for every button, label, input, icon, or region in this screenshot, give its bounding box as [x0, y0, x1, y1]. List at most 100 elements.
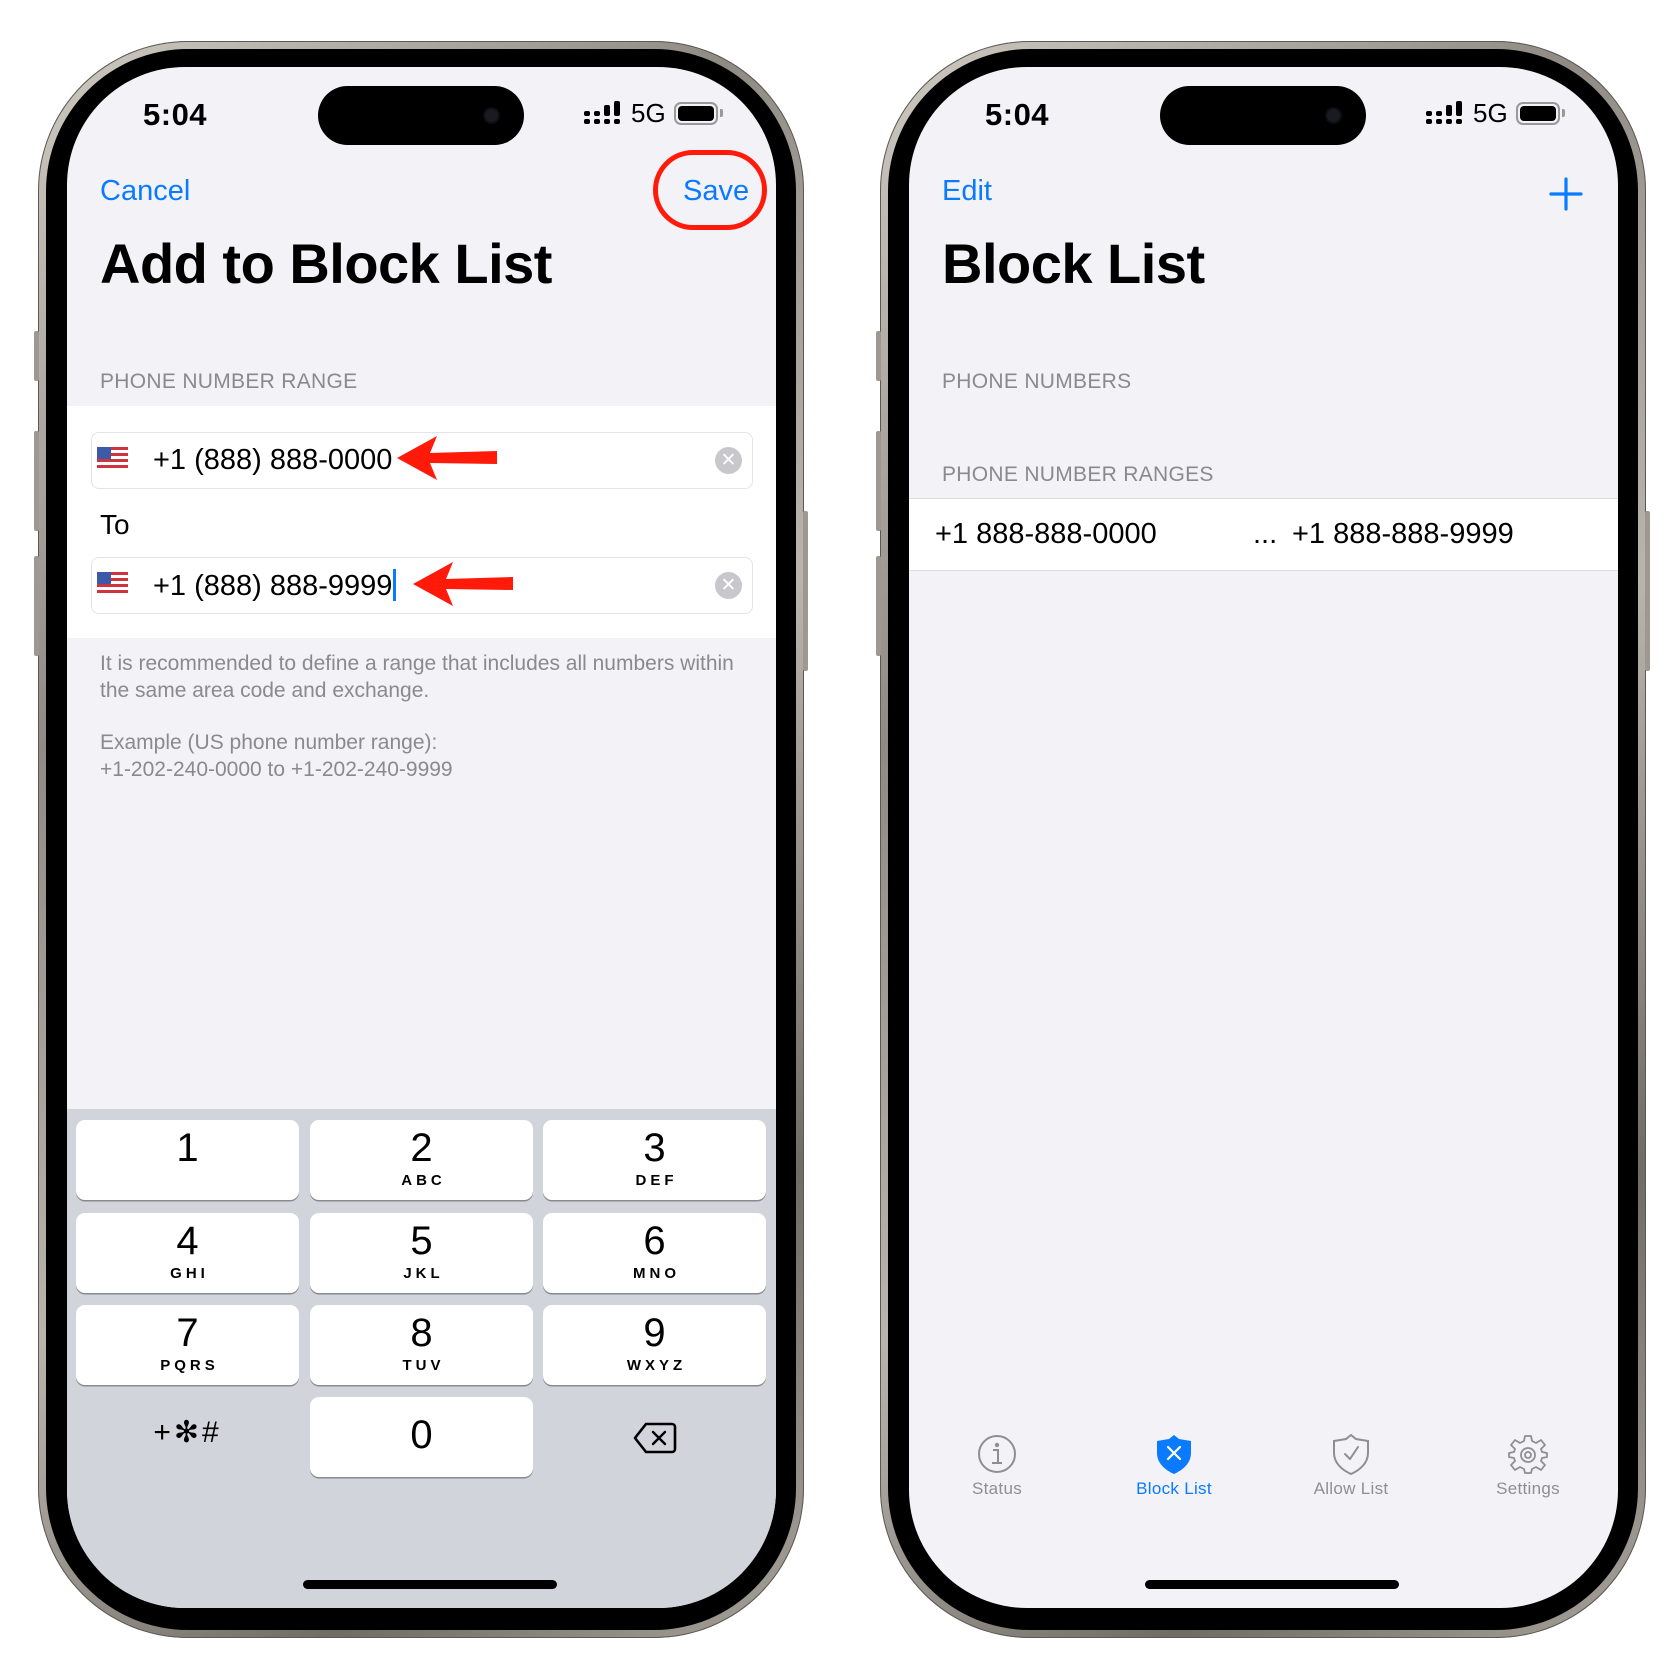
key-letters: GHI	[170, 1265, 209, 1282]
phone-number-ranges-header: PHONE NUMBER RANGES	[942, 463, 1214, 486]
status-bar: 5:04 5G	[909, 67, 1618, 177]
cellular-signal-icon	[1426, 101, 1462, 124]
side-button	[1645, 511, 1650, 671]
key-5[interactable]: 5 JKL	[310, 1213, 533, 1293]
symbols-label: +✻#	[153, 1416, 222, 1449]
key-8[interactable]: 8 TUV	[310, 1305, 533, 1385]
page-title: Add to Block List	[100, 232, 552, 295]
tab-bar: Status Block List Allow List Settings	[909, 1408, 1618, 1608]
range-recommendation-text: It is recommended to define a range that…	[100, 652, 734, 702]
phone-frame-left: 5:04 5G Cancel Save Add to Block List PH…	[34, 41, 808, 1638]
key-4[interactable]: 4 GHI	[76, 1213, 299, 1293]
key-6[interactable]: 6 MNO	[543, 1213, 766, 1293]
section-header: PHONE NUMBER RANGE	[100, 370, 358, 393]
home-indicator	[1145, 1580, 1399, 1589]
from-number-value: +1 (888) 888-0000	[153, 444, 393, 476]
arrow-annotation-to	[413, 562, 513, 606]
dynamic-island	[1160, 86, 1366, 145]
key-digit: 3	[643, 1126, 666, 1170]
key-letters: JKL	[403, 1265, 444, 1282]
to-number-text: +1 (888) 888-9999	[153, 570, 393, 602]
key-digit: 6	[643, 1219, 666, 1263]
key-digit: 9	[643, 1311, 666, 1355]
key-letters: DEF	[635, 1172, 678, 1189]
key-letters: TUV	[402, 1357, 445, 1374]
volume-up-button	[34, 431, 39, 531]
volume-down-button	[34, 556, 39, 656]
key-digit: 4	[176, 1219, 199, 1263]
key-9[interactable]: 9 WXYZ	[543, 1305, 766, 1385]
to-label: To	[100, 509, 130, 540]
clear-icon[interactable]: ✕	[715, 447, 742, 474]
clear-icon[interactable]: ✕	[715, 572, 742, 599]
to-number-value: +1 (888) 888-9999	[153, 569, 397, 603]
camera-icon	[485, 109, 498, 122]
tab-label: Block List	[1136, 1479, 1212, 1498]
gear-icon	[1508, 1435, 1548, 1474]
volume-up-button	[876, 431, 881, 531]
key-digit: 1	[176, 1126, 199, 1170]
tab-allow-list[interactable]: Allow List	[1271, 1433, 1431, 1499]
range-separator: ...	[1253, 518, 1278, 550]
numeric-keypad: 1 2 ABC 3 DEF 4 GHI 5 JKL 6 MNO 7 PQRS 8 TUV 9 W…	[67, 1109, 776, 1608]
info-icon	[978, 1435, 1016, 1473]
edit-button[interactable]: Edit	[942, 175, 992, 208]
us-flag-icon	[97, 572, 128, 594]
cancel-button[interactable]: Cancel	[100, 175, 190, 208]
range-list-item[interactable]: +1 888-888-0000 ... +1 888-888-9999	[909, 498, 1618, 571]
status-time: 5:04	[143, 97, 208, 132]
key-letters: PQRS	[160, 1357, 219, 1374]
example-title: Example (US phone number range):	[100, 731, 438, 754]
tab-status[interactable]: Status	[917, 1433, 1077, 1499]
key-letters: MNO	[633, 1265, 680, 1282]
key-letters: WXYZ	[626, 1357, 687, 1374]
cellular-signal-icon	[584, 101, 620, 124]
add-to-block-list-screen: 5:04 5G Cancel Save Add to Block List PH…	[67, 67, 776, 1608]
camera-icon	[1327, 109, 1340, 122]
arrow-annotation-from	[397, 436, 497, 480]
plus-icon[interactable]	[1549, 177, 1583, 211]
home-indicator	[303, 1580, 557, 1589]
network-type: 5G	[631, 98, 666, 128]
battery-icon	[674, 102, 723, 125]
delete-key[interactable]	[543, 1397, 766, 1477]
action-button	[876, 331, 881, 381]
status-time: 5:04	[985, 97, 1050, 132]
key-7[interactable]: 7 PQRS	[76, 1305, 299, 1385]
key-digit: 5	[410, 1219, 433, 1263]
tab-label: Settings	[1496, 1479, 1560, 1498]
save-highlight-annotation	[653, 150, 767, 230]
volume-down-button	[876, 556, 881, 656]
page-title: Block List	[942, 232, 1205, 295]
block-list-screen: 5:04 5G Edit Block List PHONE NUMBERS PH…	[909, 67, 1618, 1608]
tab-block-list[interactable]: Block List	[1094, 1433, 1254, 1499]
phone-frame-right: 5:04 5G Edit Block List PHONE NUMBERS PH…	[876, 41, 1650, 1638]
key-digit: 2	[410, 1126, 433, 1170]
key-digit: 7	[176, 1311, 199, 1355]
battery-icon	[1516, 102, 1565, 125]
phone-numbers-header: PHONE NUMBERS	[942, 370, 1132, 393]
key-3[interactable]: 3 DEF	[543, 1120, 766, 1200]
backspace-icon	[633, 1422, 676, 1454]
side-button	[803, 511, 808, 671]
key-1[interactable]: 1	[76, 1120, 299, 1200]
shield-x-icon	[1157, 1435, 1191, 1474]
tab-label: Status	[972, 1479, 1022, 1498]
shield-check-icon	[1333, 1433, 1369, 1475]
range-to: +1 888-888-9999	[1292, 518, 1514, 550]
example-value: +1-202-240-0000 to +1-202-240-9999	[100, 758, 453, 781]
text-cursor	[393, 569, 397, 601]
range-from: +1 888-888-0000	[935, 518, 1157, 550]
us-flag-icon	[97, 447, 128, 469]
key-digit: 8	[410, 1311, 433, 1355]
dynamic-island	[318, 86, 524, 145]
action-button	[34, 331, 39, 381]
tab-settings[interactable]: Settings	[1448, 1433, 1608, 1499]
key-digit: 0	[410, 1413, 433, 1457]
key-2[interactable]: 2 ABC	[310, 1120, 533, 1200]
tab-label: Allow List	[1313, 1479, 1389, 1498]
key-0[interactable]: 0	[310, 1397, 533, 1477]
key-letters: ABC	[401, 1172, 446, 1189]
network-type: 5G	[1473, 98, 1508, 128]
symbols-key[interactable]: +✻#	[76, 1397, 299, 1477]
